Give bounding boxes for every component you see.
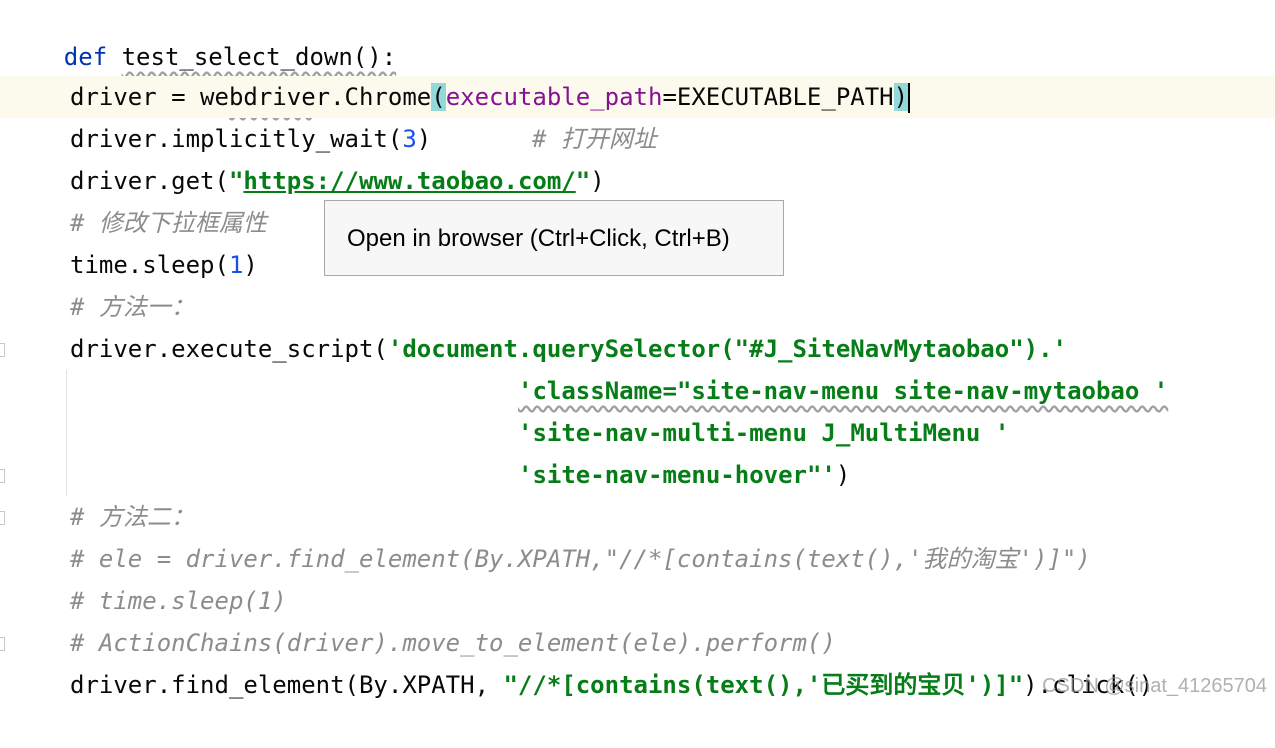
comment-find-element: # ele = driver.find_element(By.XPATH,"//… [70, 545, 1091, 573]
fold-marker[interactable] [0, 343, 5, 357]
open-brace-match: ( [431, 83, 446, 111]
fold-marker[interactable] [0, 511, 5, 525]
code-line-1[interactable]: def test_select_down(): [0, 0, 1275, 71]
close-brace-match: ) [893, 83, 909, 111]
fold-marker[interactable] [0, 469, 5, 483]
comment-method-one: # 方法一： [70, 293, 195, 321]
quote-close: " [575, 167, 591, 195]
execute-script-call: driver.execute_script( [70, 335, 388, 363]
sleep-close: ) [243, 251, 258, 279]
get-call: driver.get( [70, 167, 229, 195]
code-line-16[interactable]: # ActionChains(driver).move_to_element(e… [0, 622, 1275, 664]
code-line-11[interactable]: 'site-nav-multi-menu J_MultiMenu ' [0, 412, 1275, 454]
comment-open-url: # 打开网址 [532, 125, 657, 153]
watermark: CSDN @sinat_41265704 [1042, 675, 1267, 697]
code-line-2[interactable]: global driver [0, 36, 1275, 113]
find-element-call: driver.find_element(By.XPATH, [70, 671, 504, 699]
comment-modify-dropdown: # 修改下拉框属性 [70, 209, 267, 237]
code-line-9[interactable]: driver.execute_script('document.querySel… [0, 328, 1275, 370]
comment-method-two: # 方法二： [70, 503, 195, 531]
script-string-1: 'document.querySelector("#J_SiteNavMytao… [387, 335, 1068, 363]
code-line-13[interactable]: # 方法二： [0, 496, 1275, 538]
execute-close: ) [835, 461, 851, 489]
chrome-call: driver = webdriver.Chrome [70, 83, 432, 111]
text-caret [908, 83, 911, 113]
param-executable-path: executable_path [445, 83, 663, 111]
param-value: =EXECUTABLE_PATH [662, 83, 894, 111]
code-line-14[interactable]: # ele = driver.find_element(By.XPATH,"//… [0, 538, 1275, 580]
code-line-10[interactable]: 'className="site-nav-menu site-nav-mytao… [0, 370, 1275, 412]
wait-number: 3 [402, 125, 417, 153]
code-line-12[interactable]: 'site-nav-menu-hover"') [0, 454, 1275, 496]
xpath-string: "//*[contains(text(),'已买到的宝贝')]" [503, 671, 1024, 699]
code-line-5[interactable]: driver.get("https://www.taobao.com/") [0, 160, 1275, 202]
indent-guide [66, 370, 67, 496]
open-in-browser-tooltip: Open in browser (Ctrl+Click, Ctrl+B) [324, 200, 784, 276]
code-line-4[interactable]: driver.implicitly_wait(3) # 打开网址 [0, 118, 1275, 160]
url-link[interactable]: https://www.taobao.com/ [243, 167, 575, 195]
script-string-4: 'site-nav-menu-hover"' [518, 461, 836, 489]
comment-sleep: # time.sleep(1) [70, 587, 287, 615]
code-line-3-current[interactable]: driver = webdriver.Chrome(executable_pat… [0, 76, 1275, 118]
code-line-15[interactable]: # time.sleep(1) [0, 580, 1275, 622]
script-string-2: 'className="site-nav-menu site-nav-mytao… [518, 377, 1169, 405]
fold-marker[interactable] [0, 637, 5, 651]
script-string-3: 'site-nav-multi-menu J_MultiMenu ' [518, 419, 1010, 447]
comment-action-chains: # ActionChains(driver).move_to_element(e… [70, 629, 836, 657]
code-line-8[interactable]: # 方法一： [0, 286, 1275, 328]
quote-open: " [228, 167, 244, 195]
sleep-call: time.sleep( [70, 251, 229, 279]
get-close: ) [590, 167, 605, 195]
sleep-number: 1 [228, 251, 244, 279]
wait-call: driver.implicitly_wait( [70, 125, 403, 153]
wait-close: ) [416, 125, 432, 153]
